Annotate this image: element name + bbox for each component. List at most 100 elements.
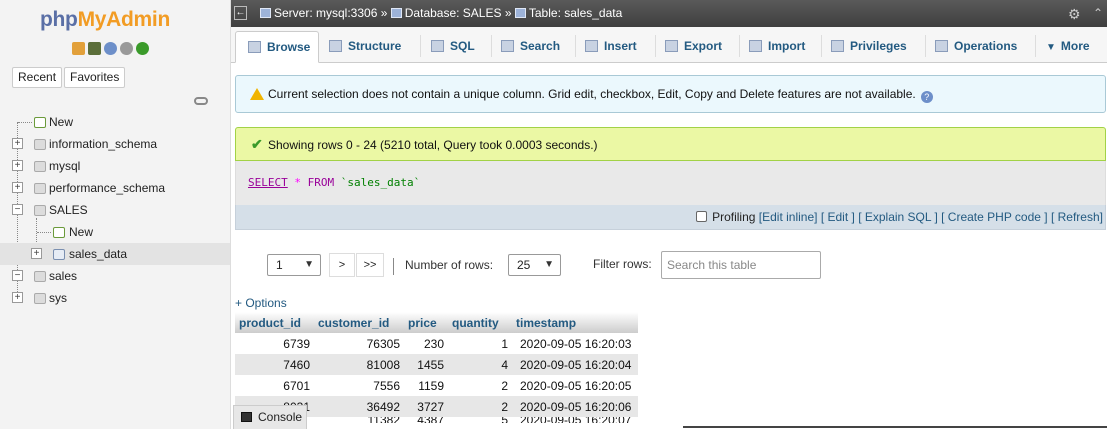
tree-item-sales-db[interactable]: − SALES (0, 199, 230, 221)
phpmyadmin-logo[interactable]: phpMyAdmin (40, 8, 170, 32)
recent-tab[interactable]: Recent (12, 67, 63, 88)
top-bar: ← Server: mysql:3306 » Database: SALES »… (231, 0, 1107, 27)
tab-separator (575, 35, 576, 57)
tree-item-performance-schema[interactable]: + performance_schema (0, 177, 230, 199)
tab-separator (491, 35, 492, 57)
options-link[interactable]: + Options (235, 296, 287, 310)
tab-insert[interactable]: Insert (585, 31, 637, 63)
breadcrumb-table[interactable]: Table: sales_data (529, 6, 622, 20)
tab-structure[interactable]: Structure (329, 31, 401, 63)
tab-more[interactable]: ▼ More (1046, 31, 1090, 63)
home-icon[interactable] (72, 42, 85, 55)
table-cell: 1159 (404, 375, 448, 396)
gear-icon[interactable]: ⚙ (1068, 6, 1081, 23)
column-header-timestamp[interactable]: timestamp (512, 312, 638, 333)
filter-rows-input[interactable] (661, 251, 821, 279)
tab-sql[interactable]: SQL (431, 31, 475, 63)
collapse-nav-icon[interactable]: ← (234, 6, 247, 20)
tab-import[interactable]: Import (749, 31, 805, 63)
pagination-separator (393, 258, 394, 275)
collapse-up-icon[interactable]: ⌃ (1093, 6, 1103, 20)
help-icon[interactable]: ? (920, 91, 933, 103)
settings-icon[interactable] (120, 42, 133, 55)
expand-icon[interactable]: + (31, 248, 42, 259)
table-cell: 2020-09-05 16:20:06 (512, 396, 638, 417)
expand-icon[interactable]: + (12, 160, 23, 171)
notice-text: Current selection does not contain a uni… (268, 87, 916, 101)
page-select[interactable]: 1 ▼ (267, 254, 321, 276)
database-icon (390, 8, 402, 18)
chevron-down-icon: ▼ (1046, 42, 1056, 53)
tab-operations[interactable]: Operations (935, 31, 1017, 63)
table-row: 7460 81008 1455 4 2020-09-05 16:20:04 (235, 354, 638, 375)
sql-keyword-from: FROM (307, 176, 335, 189)
console-toggle[interactable]: Console (233, 405, 307, 429)
column-header-quantity[interactable]: quantity (448, 312, 512, 333)
search-icon (501, 40, 514, 52)
tab-separator (1035, 35, 1036, 57)
tab-browse[interactable]: Browse (235, 31, 320, 63)
explain-sql-link[interactable]: [ Explain SQL ] (858, 210, 938, 224)
last-page-button[interactable]: >> (356, 253, 384, 277)
table-cell: 4 (448, 354, 512, 375)
rows-select[interactable]: 25 ▼ (508, 254, 561, 276)
tab-separator (821, 35, 822, 57)
create-php-code-link[interactable]: [ Create PHP code ] (941, 210, 1048, 224)
chevron-down-icon: ▼ (544, 259, 554, 270)
next-page-button[interactable]: > (329, 253, 355, 277)
filter-label: Filter rows: (593, 257, 652, 271)
tab-export[interactable]: Export (665, 31, 722, 63)
tab-separator (739, 35, 740, 57)
profiling-checkbox[interactable] (696, 211, 708, 222)
table-cell: 4387 (404, 417, 448, 423)
tab-privileges[interactable]: Privileges (831, 31, 907, 63)
column-header-price[interactable]: price (404, 312, 448, 333)
table-tabs: Browse Structure SQL Search Insert Expor… (231, 27, 1107, 63)
favorites-tab[interactable]: Favorites (64, 67, 126, 88)
tab-separator (925, 35, 926, 57)
tree-item-mysql[interactable]: + mysql (0, 155, 230, 177)
reload-icon[interactable] (136, 42, 149, 55)
breadcrumb-server[interactable]: Server: mysql:3306 (274, 6, 377, 20)
tab-search[interactable]: Search (501, 31, 560, 63)
server-icon (260, 8, 271, 18)
expand-icon[interactable]: − (12, 270, 23, 281)
breadcrumb-database[interactable]: Database: SALES (405, 6, 502, 20)
expand-icon[interactable]: + (12, 182, 23, 193)
collapse-icon[interactable]: − (12, 204, 23, 215)
expand-icon[interactable]: + (12, 138, 23, 149)
browse-icon (248, 41, 261, 53)
exit-icon[interactable] (88, 42, 101, 55)
sql-query-box[interactable]: SELECT * FROM `sales_data` (235, 161, 1106, 205)
sql-table-name: `sales_data` (340, 176, 421, 189)
column-header-product-id[interactable]: product_id (235, 312, 314, 333)
logo-icon-bar (72, 42, 149, 55)
sql-star: * (294, 176, 301, 189)
table-cell: 2020-09-05 16:20:04 (512, 354, 638, 375)
import-icon (749, 40, 762, 52)
tab-separator (420, 35, 421, 57)
column-header-customer-id[interactable]: customer_id (314, 312, 404, 333)
table-cell: 7556 (314, 375, 404, 396)
tree-item-new-table[interactable]: New (0, 221, 230, 243)
tree-item-new[interactable]: New (0, 111, 230, 133)
tree-item-sales[interactable]: − sales (0, 265, 230, 287)
tree-item-sys[interactable]: + sys (0, 287, 230, 309)
notice-message: Current selection does not contain a uni… (235, 75, 1106, 113)
new-db-icon (34, 117, 46, 128)
refresh-link[interactable]: [ Refresh] (1051, 210, 1103, 224)
structure-icon (329, 40, 342, 52)
navigation-panel: phpMyAdmin Recent Favorites New + inform… (0, 0, 231, 429)
expand-icon[interactable]: + (12, 292, 23, 303)
warning-icon (250, 88, 264, 100)
sql-keyword-select[interactable]: SELECT (248, 176, 288, 189)
tree-item-information-schema[interactable]: + information_schema (0, 133, 230, 155)
table-cell: 5 (448, 417, 512, 423)
edit-inline-link[interactable]: [Edit inline] (759, 210, 818, 224)
help-icon[interactable] (104, 42, 117, 55)
link-with-main-panel-icon[interactable] (194, 97, 208, 105)
tab-separator (655, 35, 656, 57)
tree-item-sales-data[interactable]: + sales_data (0, 243, 230, 265)
edit-link[interactable]: [ Edit ] (821, 210, 855, 224)
export-icon (665, 40, 678, 52)
